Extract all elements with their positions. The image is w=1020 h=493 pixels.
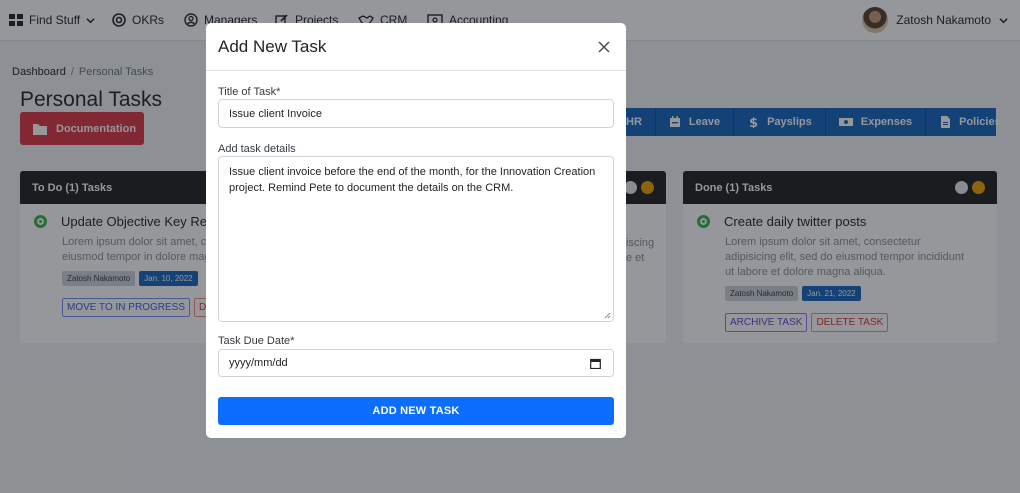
- task-title-input[interactable]: Issue client Invoice: [218, 99, 614, 128]
- due-date-input[interactable]: yyyy/mm/dd: [218, 349, 614, 377]
- modal-header: Add New Task: [206, 23, 626, 71]
- add-new-task-button[interactable]: ADD NEW TASK: [218, 397, 614, 425]
- calendar-icon[interactable]: [590, 358, 601, 369]
- task-title-value: Issue client Invoice: [229, 107, 322, 120]
- task-details-value: Issue client invoice before the end of t…: [229, 166, 596, 194]
- add-task-modal: Add New Task Title of Task* Issue client…: [206, 23, 626, 438]
- details-label: Add task details: [218, 143, 296, 155]
- task-details-textarea[interactable]: Issue client invoice before the end of t…: [218, 156, 614, 322]
- add-new-task-label: ADD NEW TASK: [372, 405, 460, 417]
- close-icon: [598, 40, 610, 53]
- due-date-label: Task Due Date*: [218, 335, 295, 347]
- due-date-placeholder: yyyy/mm/dd: [229, 357, 288, 369]
- resize-handle-icon[interactable]: [604, 312, 611, 319]
- modal-title: Add New Task: [218, 36, 327, 56]
- title-label: Title of Task*: [218, 86, 281, 98]
- close-button[interactable]: [594, 37, 614, 57]
